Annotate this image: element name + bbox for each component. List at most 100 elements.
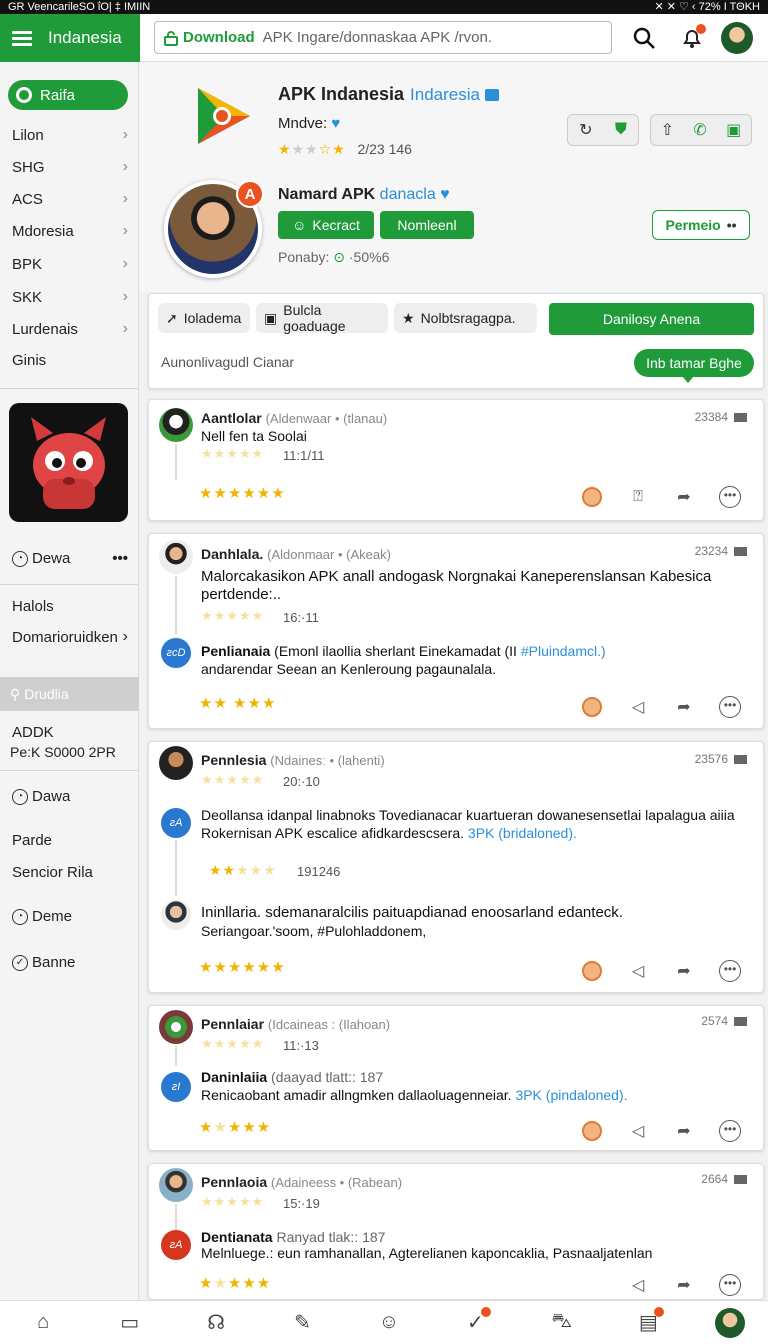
- sidebar-item[interactable]: Lurdenais ›: [12, 320, 128, 338]
- more-dots-icon[interactable]: •••: [112, 550, 128, 567]
- sidebar-item[interactable]: ACS ›: [12, 190, 128, 208]
- chevron-right-icon: ›: [122, 158, 128, 175]
- reviewer-name: Pennlesia (Ndainesː • (lahenti): [201, 752, 385, 768]
- timer-icon: ◔: [12, 909, 28, 926]
- sidebar-item[interactable]: Mdoresia ›: [12, 222, 128, 240]
- more-button[interactable]: •••: [707, 1118, 753, 1144]
- pill-label: Inb tamar Bghe: [646, 355, 742, 371]
- reviewer-avatar[interactable]: [159, 540, 193, 574]
- more-button[interactable]: •••: [707, 694, 753, 720]
- permission-label: Permeio: [665, 217, 721, 233]
- reply-link[interactable]: 3PK (pindaloned).: [515, 1087, 627, 1103]
- app-thumbnail[interactable]: [9, 403, 128, 522]
- reply-avatar[interactable]: ƨI: [161, 1072, 191, 1102]
- sidebar-addk[interactable]: ADDK: [12, 724, 128, 741]
- chip-language[interactable]: ▣ Bulcla goaduage: [256, 302, 388, 334]
- share-button[interactable]: ➦: [661, 1272, 707, 1298]
- hamburger-menu-icon[interactable]: [12, 28, 32, 49]
- reply-text: Renicaobant amadir allngmken dallaoluage…: [201, 1086, 751, 1104]
- people-icon[interactable]: ☊: [196, 1307, 236, 1339]
- sidebar-item[interactable]: SKK ›: [12, 288, 128, 306]
- check-badge-icon[interactable]: ✓: [455, 1306, 495, 1339]
- home-icon[interactable]: ⌂: [23, 1307, 63, 1339]
- share-button[interactable]: ➦: [661, 958, 707, 984]
- like-button[interactable]: ◁: [615, 1118, 661, 1144]
- sidebar-item[interactable]: Ginis: [12, 352, 128, 369]
- chart-icon[interactable]: ▤: [628, 1306, 668, 1339]
- chip-upload[interactable]: ➚ Ioladema: [158, 303, 250, 333]
- profile-avatar[interactable]: [714, 1307, 745, 1338]
- smile-icon[interactable]: ☺: [369, 1307, 409, 1339]
- sidebar-item-label: Mdoresia: [12, 222, 74, 240]
- notification-dot: [654, 1306, 665, 1317]
- sidebar-item[interactable]: SHG ›: [12, 158, 128, 176]
- arrow-icon: ➚: [166, 309, 178, 326]
- reply-avatar[interactable]: ƨA: [161, 808, 191, 838]
- toolbar-tooltip-pill[interactable]: Inb tamar Bghe: [634, 349, 754, 383]
- review-link[interactable]: 3PK (bridaloned).: [468, 825, 577, 841]
- reply-link[interactable]: Seriangoar.'soom, #Pulohladdonem,: [201, 922, 751, 940]
- like-button[interactable]: ◁: [615, 1272, 661, 1298]
- react-emoji-button[interactable]: [569, 694, 615, 720]
- refresh-share-button[interactable]: ↻ ⛊: [567, 114, 639, 146]
- sidebar-deme[interactable]: ◔ Deme: [12, 908, 128, 926]
- permission-button[interactable]: Permeio ••: [652, 210, 750, 240]
- sidebar-dawa[interactable]: ◔ Dawa: [12, 788, 128, 806]
- reviewer-avatar[interactable]: [159, 746, 193, 780]
- like-button[interactable]: ◁: [615, 958, 661, 984]
- react-emoji-button[interactable]: [569, 1118, 615, 1144]
- sidebar-sencior[interactable]: Sencior Rila: [12, 864, 128, 881]
- sidebar-halos[interactable]: Halols: [12, 598, 128, 615]
- share-button[interactable]: ➦: [661, 484, 707, 510]
- sidebar-banne[interactable]: ✓ Banne: [12, 954, 128, 972]
- bookmark-button[interactable]: ⍰: [615, 484, 661, 510]
- follow-button-label: Nomleenl: [397, 217, 457, 233]
- sidebar-selected-item[interactable]: ⚲ Drudlia: [0, 677, 139, 711]
- contact-button[interactable]: ☺ Kecract: [278, 211, 374, 239]
- sidebar-domain[interactable]: Domarioruidken ›: [12, 628, 128, 646]
- more-icon: •••: [719, 696, 741, 718]
- sidebar-pill[interactable]: Raifa: [8, 80, 128, 110]
- like-button[interactable]: ◁: [615, 694, 661, 720]
- reviewer-avatar[interactable]: [159, 408, 193, 442]
- search-icon[interactable]: [628, 22, 660, 54]
- reviewer-name: Danhlala. (Aldonmaar • (Akeak): [201, 546, 391, 562]
- reply-avatar[interactable]: ƨcD: [161, 638, 191, 668]
- review-stars: ★★★★★: [201, 1036, 265, 1051]
- reply-link[interactable]: #Pluindamcl.): [521, 643, 606, 659]
- reply-avatar[interactable]: ƨA: [161, 1230, 191, 1260]
- actions-button-group[interactable]: ⇧ ✆ ▣: [650, 114, 752, 146]
- chat-icon: ☺: [292, 217, 307, 233]
- sidebar-parde[interactable]: Parde: [12, 832, 128, 849]
- sidebar-item[interactable]: BPK ›: [12, 255, 128, 273]
- review-card: Aantlolar (Aldenwaar • (tlanau) 23384 Ne…: [148, 399, 764, 521]
- download-button[interactable]: Danilosy Anena: [549, 303, 754, 335]
- follow-button[interactable]: Nomleenl: [380, 211, 474, 239]
- search-prefix: Download: [183, 29, 255, 46]
- sidebar-item[interactable]: Lilon ›: [12, 126, 128, 144]
- more-button[interactable]: •••: [707, 484, 753, 510]
- chip-favorites[interactable]: ★ Nolbtsragagpa.: [394, 303, 537, 333]
- thumb-icon: ◁: [631, 1123, 645, 1140]
- reply-text-a: (Emonl ilaollia sherlant Einekamadat (II: [274, 643, 517, 659]
- pen-icon[interactable]: ✎: [283, 1307, 323, 1339]
- inbox-icon[interactable]: ▭: [110, 1307, 150, 1339]
- react-emoji-button[interactable]: [569, 958, 615, 984]
- developer[interactable]: Mndve: ♥: [278, 115, 340, 132]
- divider: [0, 388, 139, 389]
- reviewer-name: Pennlaiar (Idcaineas : (Ilahoan): [201, 1016, 390, 1032]
- more-button[interactable]: •••: [707, 1272, 753, 1298]
- share-button[interactable]: ➦: [661, 1118, 707, 1144]
- more-button[interactable]: •••: [707, 958, 753, 984]
- brand-title: Indanesia: [48, 28, 122, 47]
- search-input[interactable]: Download APK Ingare/donnaskaa APK /rvon.: [154, 21, 612, 54]
- car-icon[interactable]: ⛍: [542, 1307, 582, 1339]
- notification-icon[interactable]: [676, 22, 708, 54]
- react-emoji-button[interactable]: [569, 484, 615, 510]
- sidebar-dewa[interactable]: ◔ Dewa •••: [12, 550, 128, 568]
- reviewer-avatar[interactable]: [159, 1010, 193, 1044]
- share-button[interactable]: ➦: [661, 694, 707, 720]
- user-avatar[interactable]: [721, 22, 753, 54]
- reviewer-avatar[interactable]: [159, 1168, 193, 1202]
- reply-avatar[interactable]: [161, 900, 191, 930]
